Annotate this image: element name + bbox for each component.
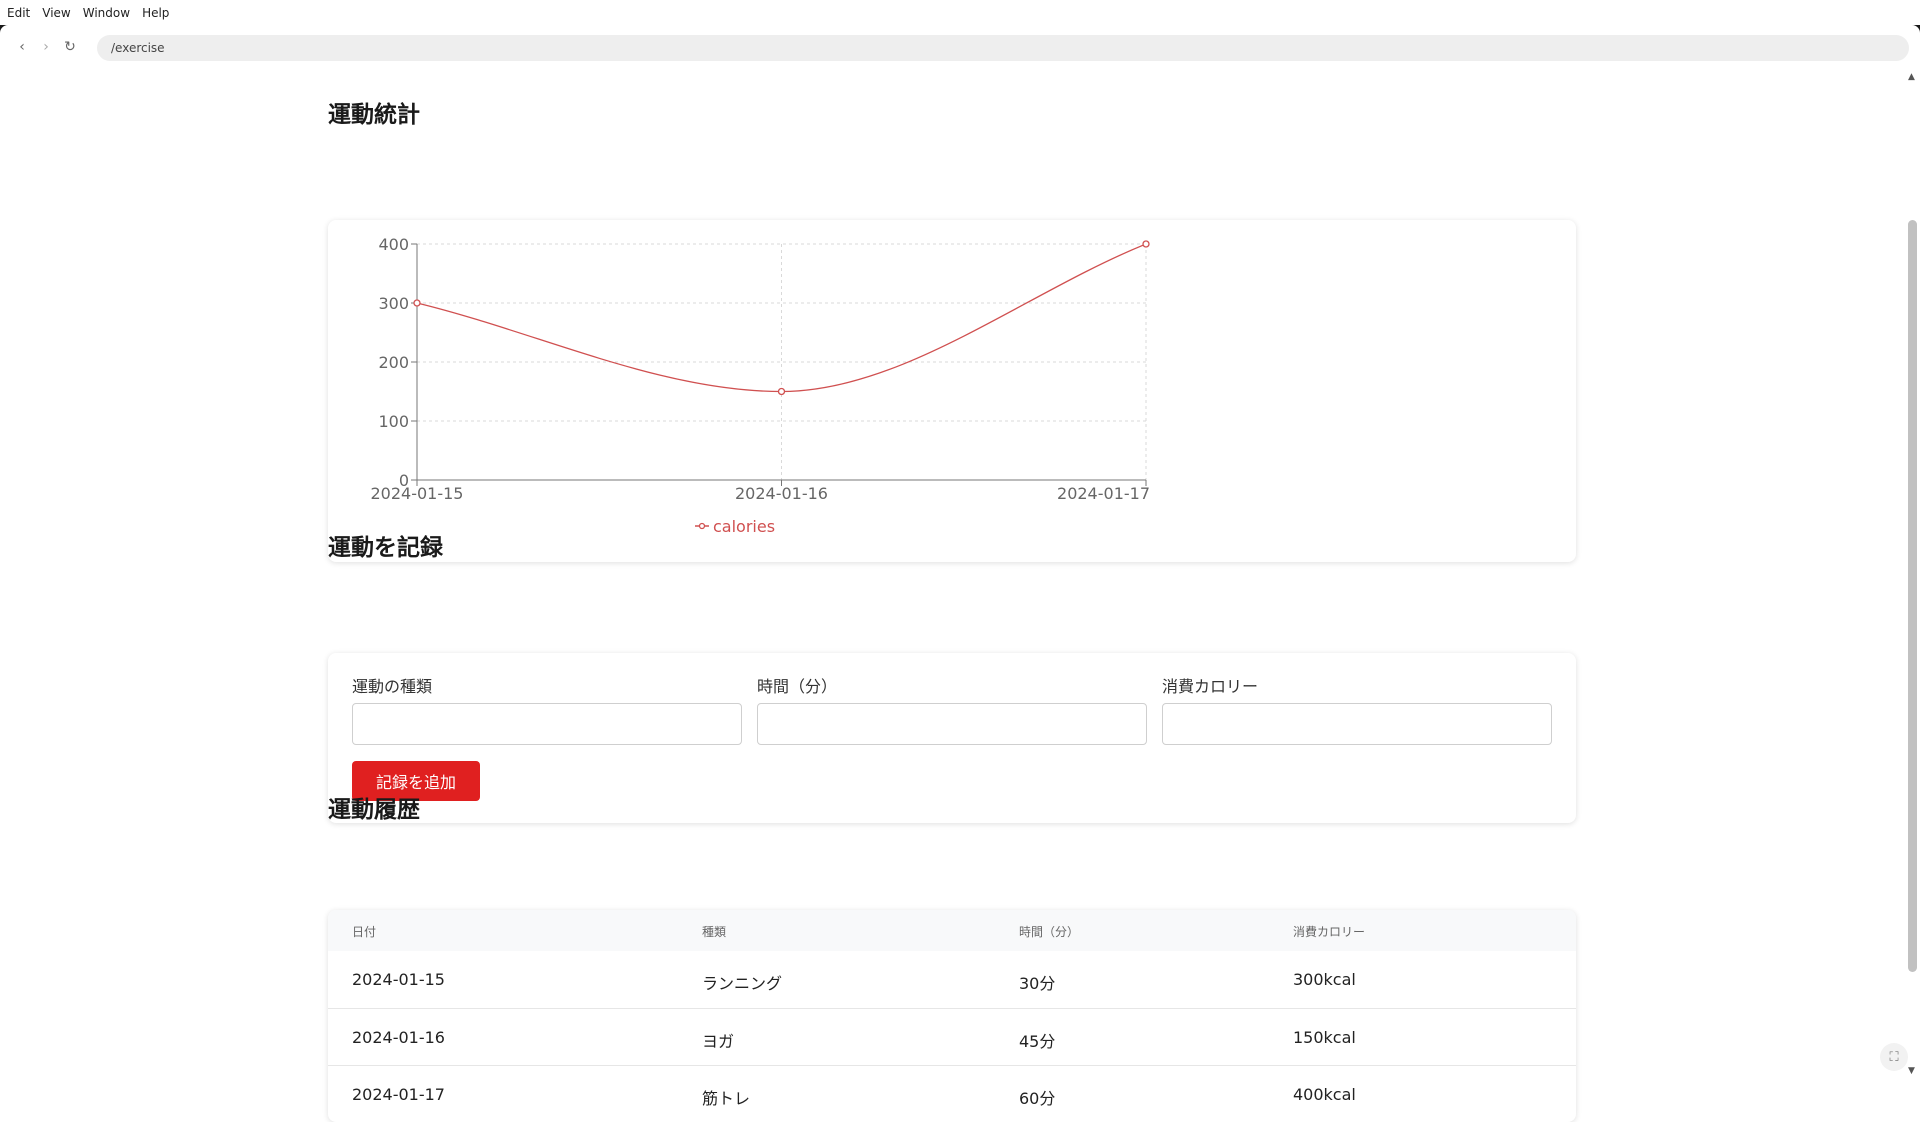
y-tick-label: 100 [378,412,409,431]
cell-type: ランニング [702,974,783,993]
exercise-type-input[interactable] [352,703,742,745]
data-point [1142,240,1150,248]
menu-edit[interactable]: Edit [7,6,30,20]
cell-calories: 300kcal [1293,970,1356,989]
header-type[interactable]: 種類 [702,923,726,940]
cell-type: 筋トレ [702,1089,751,1108]
chart-axes: 01002003004002024-01-15 2024-01-16 2024-01… [371,235,1150,503]
exercise-type-label: 運動の種類 [352,677,433,696]
cell-calories: 400kcal [1293,1085,1356,1104]
cell-calories: 150kcal [1293,1028,1356,1047]
page-scrollbar[interactable]: ▲ ▼ [1904,68,1920,1080]
chart-grid [417,243,1147,480]
header-calories[interactable]: 消費カロリー [1293,923,1365,940]
data-point [777,387,786,396]
address-bar[interactable]: /exercise [97,35,1909,61]
history-table: 日付 種類 時間（分） 消費カロリー 2024-01-15 ランニング 30分 … [328,910,1576,1122]
url-text: /exercise [111,41,165,55]
table-header: 日付 種類 時間（分） 消費カロリー [328,910,1576,951]
expand-icon[interactable]: ⛶ [1880,1043,1908,1071]
back-icon[interactable]: ‹ [13,38,31,56]
calories-label: 消費カロリー [1162,677,1259,696]
chart-legend[interactable]: calories [695,517,775,536]
table-row: 2024-01-16 ヨガ 45分 150kcal [328,1008,1576,1066]
y-tick-label: 300 [378,294,409,313]
record-form-card: 運動の種類 時間（分） 消費カロリー 記録を追加 [328,653,1576,823]
x-tick-label: 2024-01-17 [1057,484,1150,503]
cell-duration: 60分 [1019,1089,1056,1108]
stats-chart-card: 0 100 200 300 400 2024-01-15 2024-01-16 2024-01… [328,220,1576,562]
table-row: 2024-01-15 ランニング 30分 300kcal [328,951,1576,1008]
legend-swatch-point [698,522,706,530]
y-tick-label: 400 [378,235,409,254]
calories-line-chart: 01002003004002024-01-15 2024-01-16 2024-01… [371,235,1150,536]
record-title: 運動を記録 [328,535,443,561]
scroll-up-icon[interactable]: ▲ [1908,72,1915,82]
menu-view[interactable]: View [42,6,70,20]
reload-icon[interactable]: ↻ [61,38,79,56]
menu-bar: Edit View Window Help [0,0,1920,25]
header-date[interactable]: 日付 [352,923,376,940]
cell-type: ヨガ [702,1032,735,1051]
cell-duration: 30分 [1019,974,1056,993]
scroll-down-icon[interactable]: ▼ [1908,1066,1915,1076]
menu-help[interactable]: Help [142,6,169,20]
legend-label: calories [713,517,775,536]
duration-label: 時間（分） [757,677,838,696]
table-row: 2024-01-17 筋トレ 60分 400kcal [328,1065,1576,1122]
x-tick-label: 2024-01-16 [735,484,828,503]
duration-input[interactable] [757,703,1147,745]
history-title: 運動履歴 [328,797,420,823]
calories-input[interactable] [1162,703,1552,745]
y-tick-label: 200 [378,353,409,372]
scroll-thumb[interactable] [1908,220,1917,972]
cell-date: 2024-01-16 [352,1028,445,1047]
menu-window[interactable]: Window [83,6,130,20]
header-duration[interactable]: 時間（分） [1019,923,1079,940]
stats-title: 運動統計 [328,102,420,128]
x-tick-label: 2024-01-15 [371,484,464,503]
forward-icon[interactable]: › [37,38,55,56]
page-content: 運動統計 0 100 200 300 400 2024-01-15 2024-01-16 20… [0,68,1904,1122]
cell-date: 2024-01-17 [352,1085,445,1104]
cell-duration: 45分 [1019,1032,1056,1051]
cell-date: 2024-01-15 [352,970,445,989]
data-point [413,299,421,307]
